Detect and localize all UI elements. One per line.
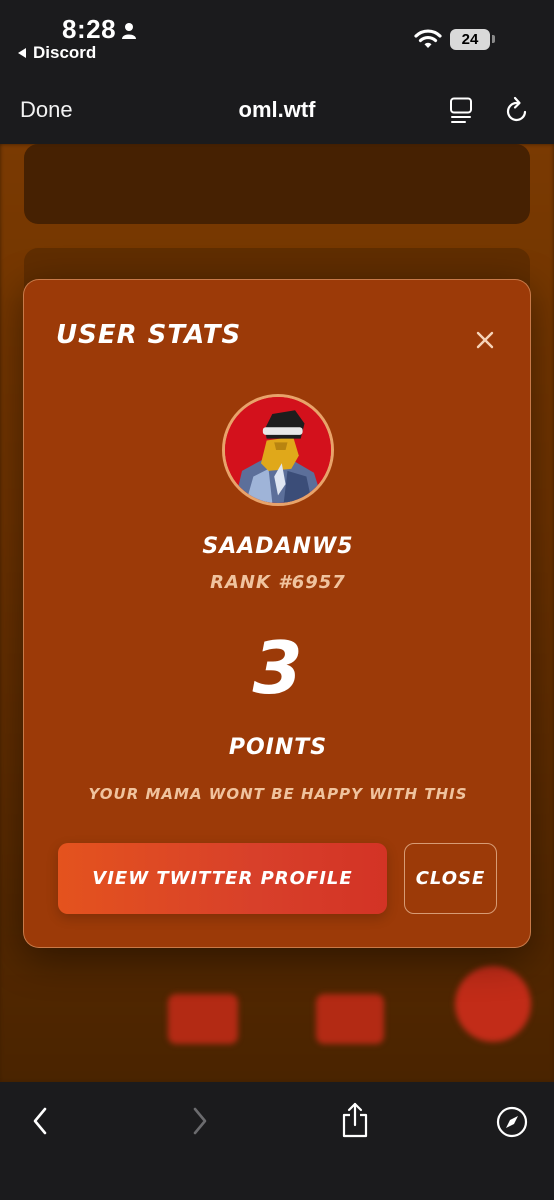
forward-arrow-icon[interactable] xyxy=(190,1106,210,1136)
reader-icon[interactable] xyxy=(449,97,473,124)
back-arrow-icon[interactable] xyxy=(30,1106,50,1136)
user-rank: Rank #6957 xyxy=(210,572,346,593)
user-stats-modal: User Stats SAADANW5 Rank #6957 3 Points … xyxy=(23,279,531,948)
compass-icon[interactable] xyxy=(496,1106,528,1138)
background-circle xyxy=(455,966,531,1042)
avatar xyxy=(222,394,334,506)
close-icon[interactable] xyxy=(475,330,495,350)
battery-nub xyxy=(492,35,495,43)
back-to-app-link[interactable]: Discord xyxy=(18,43,96,63)
modal-title: User Stats xyxy=(56,320,242,350)
background-card xyxy=(24,144,530,224)
username: SAADANW5 xyxy=(202,534,354,559)
back-app-label: Discord xyxy=(33,43,97,62)
points-label: Points xyxy=(228,735,328,760)
background-pill xyxy=(316,994,384,1044)
person-icon xyxy=(122,23,136,39)
status-time: 8:28 xyxy=(62,14,117,44)
status-bar: 8:28 Discord 24 xyxy=(0,0,554,78)
back-triangle-icon xyxy=(18,48,26,58)
battery-indicator: 24 xyxy=(450,29,490,50)
share-icon[interactable] xyxy=(340,1102,370,1138)
points-value: 3 xyxy=(252,626,304,710)
browser-toolbar xyxy=(0,1082,554,1200)
view-twitter-profile-button[interactable]: View Twitter Profile xyxy=(58,843,387,914)
browser-header: Done oml.wtf xyxy=(0,78,554,144)
wifi-icon xyxy=(414,29,442,48)
reload-icon[interactable] xyxy=(504,96,530,124)
points-message: Your mama wont be happy with this xyxy=(88,785,468,803)
background-pill xyxy=(168,994,238,1044)
avatar-image xyxy=(225,397,331,503)
close-button[interactable]: Close xyxy=(404,843,497,914)
